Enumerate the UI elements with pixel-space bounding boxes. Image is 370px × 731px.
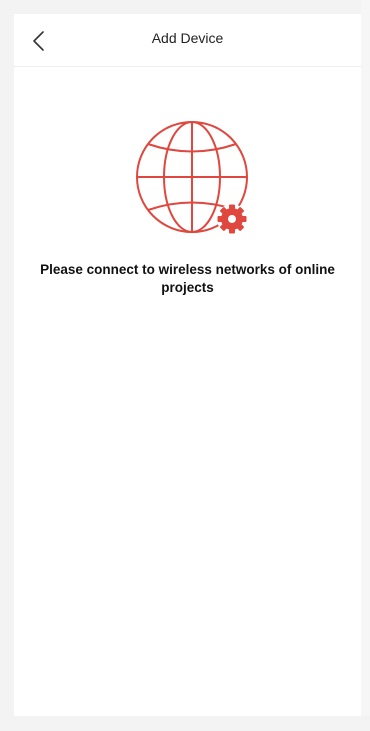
add-device-screen: Add Device Please connect to wireless ne… — [0, 0, 370, 731]
connection-instruction: Please connect to wireless networks of o… — [40, 262, 335, 295]
main-content: Please connect to wireless networks of o… — [14, 67, 361, 716]
page-title: Add Device — [151, 30, 224, 46]
top-bar: Add Device — [14, 14, 361, 67]
left-border — [0, 0, 14, 731]
network-illustration — [132, 119, 256, 239]
top-border — [0, 0, 370, 14]
gear-icon — [217, 204, 247, 234]
right-border — [361, 0, 370, 731]
bottom-border — [0, 716, 370, 731]
